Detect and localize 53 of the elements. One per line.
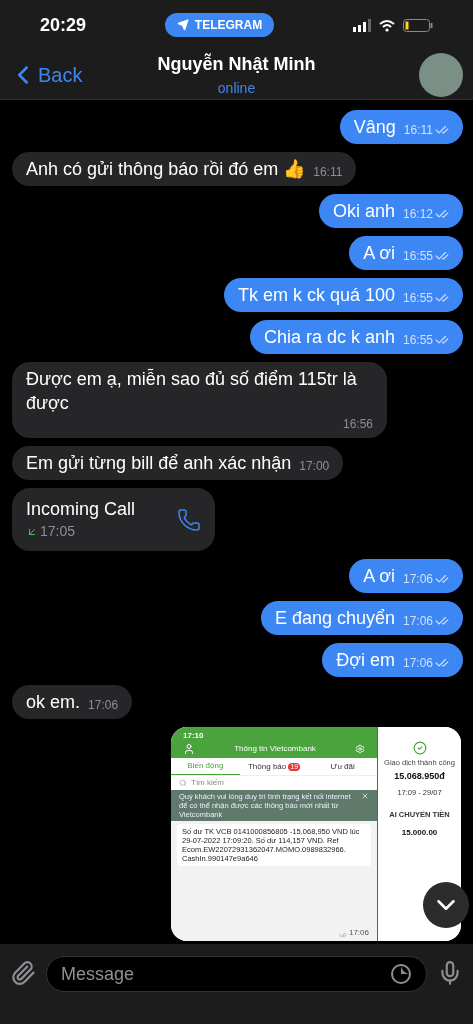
message-time: 17:06 — [348, 927, 369, 939]
outgoing-message[interactable]: Tk em k ck quá 100 16:55 — [223, 278, 463, 312]
message-time: 16:55 — [402, 290, 433, 307]
message-time: 16:56 — [342, 416, 373, 433]
message-time: 17:05 — [40, 522, 76, 541]
receipt-amount: 15.068.950đ — [394, 770, 445, 783]
screenshot-title: Thông tin Vietcombank — [234, 743, 316, 755]
incoming-message[interactable]: Anh có gửi thông báo rồi đó em 👍 16:11 — [12, 152, 357, 186]
check-circle-icon — [412, 741, 427, 755]
incoming-message[interactable]: Em gửi từng bill để anh xác nhận 17:00 — [12, 446, 344, 480]
call-message[interactable]: Incoming Call 17:05 — [12, 488, 215, 551]
avatar-icon — [183, 743, 195, 755]
message-time: 16:55 — [402, 248, 433, 265]
call-title: Incoming Call — [26, 498, 136, 521]
message-time: 16:11 — [313, 164, 343, 181]
search-icon — [179, 779, 187, 787]
outgoing-message[interactable]: Chia ra dc k anh 16:55 — [249, 320, 463, 354]
outgoing-message[interactable]: Vâng 16:11 — [339, 110, 463, 144]
photo-message[interactable] — [171, 727, 461, 941]
app-pill[interactable]: TELEGRAM — [164, 13, 275, 37]
screenshot-time: 17:10 — [183, 730, 205, 742]
receipt-sub-amount: 15.000.00 — [401, 827, 438, 839]
outgoing-message[interactable]: E đang chuyển 17:06 — [260, 601, 463, 635]
status-time: 20:29 — [40, 13, 87, 37]
settings-icon — [355, 744, 365, 754]
incoming-message[interactable]: ok em. 17:06 — [12, 685, 133, 719]
contact-name: Nguyễn Nhật Minh — [157, 52, 316, 76]
screenshot-tab[interactable]: Ưu đãi — [308, 758, 377, 775]
paper-plane-icon — [176, 19, 189, 31]
message-time: 16:55 — [402, 332, 433, 349]
contact-status: online — [217, 78, 256, 98]
message-time: 17:06 — [402, 655, 433, 672]
message-field[interactable]: Message — [46, 956, 427, 992]
signal-icon — [353, 18, 371, 32]
phone-icon[interactable] — [177, 507, 201, 532]
message-time: 17:06 — [402, 613, 433, 630]
avatar-photo[interactable] — [419, 52, 463, 97]
message-time: 17:06 — [402, 571, 433, 588]
message-time: 16:11 — [403, 122, 433, 139]
outgoing-message[interactable]: Đợi em 17:06 — [322, 643, 463, 677]
battery-icon — [403, 18, 433, 32]
close-icon[interactable] — [361, 792, 369, 800]
outgoing-message[interactable]: A ơi 16:55 — [349, 236, 463, 270]
outgoing-message[interactable]: Oki anh 16:12 — [318, 194, 463, 228]
back-button[interactable]: Back — [8, 59, 118, 90]
wifi-icon — [379, 18, 395, 32]
attach-icon[interactable] — [10, 960, 36, 986]
message-time: 17:06 — [88, 697, 119, 714]
outgoing-message[interactable]: A ơi 17:06 — [349, 559, 463, 593]
search-field[interactable]: Tìm kiếm — [171, 775, 377, 790]
incoming-message[interactable]: Được em ạ, miễn sao đủ số điểm 115tr là được 16:56 — [12, 362, 387, 438]
message-time: 16:12 — [402, 206, 433, 223]
message-time: 17:00 — [299, 458, 330, 475]
